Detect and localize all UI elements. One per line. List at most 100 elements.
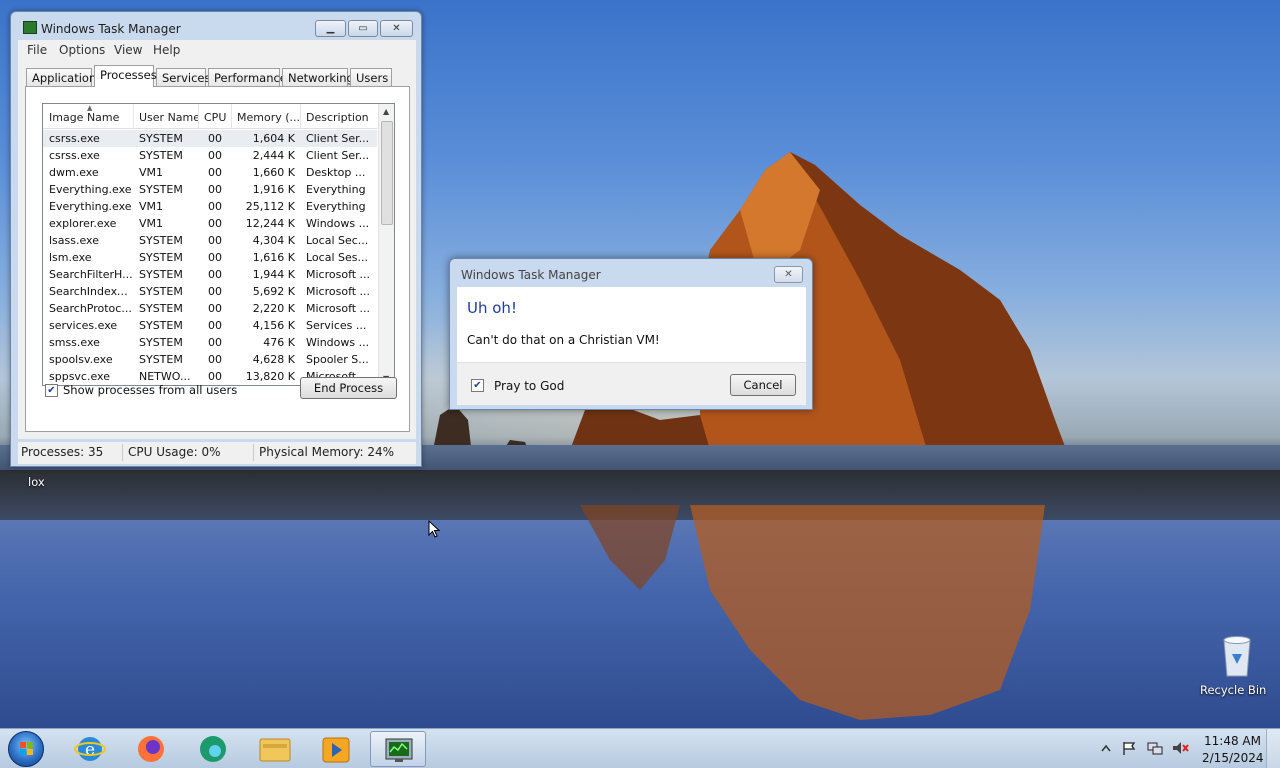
table-row[interactable]: SearchProtoc... SYSTEM 00 2,220 K Microsoft …	[43, 300, 377, 317]
cancel-button[interactable]: Cancel	[730, 374, 796, 396]
task-manager-window[interactable]: Windows Task Manager ▁ ▭ ✕ File Options …	[10, 11, 422, 467]
table-row[interactable]: lsass.exe SYSTEM 00 4,304 K Local Sec...	[43, 232, 377, 249]
clock-time[interactable]: 11:48 AM	[1204, 734, 1261, 748]
ie-icon: e	[74, 737, 106, 761]
menu-options[interactable]: Options	[59, 43, 105, 57]
tab-processes[interactable]: Processes	[94, 65, 157, 87]
cell-user-name: SYSTEM	[139, 251, 183, 264]
status-divider	[122, 444, 123, 461]
tab-performance[interactable]: Performance	[208, 68, 287, 86]
tab-users[interactable]: Users	[350, 68, 392, 86]
pray-checkbox[interactable]: ✔	[471, 379, 484, 392]
table-row[interactable]: spoolsv.exe SYSTEM 00 4,628 K Spooler S...	[43, 351, 377, 368]
taskbar-explorer-button[interactable]	[247, 731, 303, 767]
cell-user-name: SYSTEM	[139, 149, 183, 162]
table-row[interactable]: csrss.exe SYSTEM 00 2,444 K Client Ser...	[43, 147, 377, 164]
show-hidden-icons-icon[interactable]	[1100, 742, 1112, 754]
menu-file[interactable]: File	[27, 43, 47, 57]
windows-logo-icon	[20, 742, 33, 755]
cell-image-name: csrss.exe	[49, 132, 100, 145]
taskbar-media-player-button[interactable]	[308, 731, 364, 767]
menu-help[interactable]: Help	[153, 43, 180, 57]
column-image-name[interactable]: Image Name	[49, 111, 131, 124]
end-process-button[interactable]: End Process	[300, 377, 397, 399]
column-user-name[interactable]: User Name	[139, 111, 199, 124]
taskbar-task-manager-button[interactable]	[370, 731, 426, 767]
dialog-footer: ✔ Pray to God Cancel	[457, 362, 806, 405]
network-icon[interactable]	[1146, 740, 1164, 756]
recycle-bin-icon[interactable]	[1218, 632, 1256, 678]
scroll-up-icon[interactable]: ▲	[383, 107, 389, 116]
cell-description: Services ...	[306, 319, 367, 332]
cell-image-name: csrss.exe	[49, 149, 100, 162]
table-row[interactable]: explorer.exe VM1 00 12,244 K Windows ...	[43, 215, 377, 232]
status-bar: Processes: 35 CPU Usage: 0% Physical Mem…	[18, 442, 416, 464]
column-memory[interactable]: Memory (...	[237, 111, 299, 124]
cell-description: Client Ser...	[306, 149, 370, 162]
taskbar-firefox-button[interactable]	[123, 731, 179, 767]
show-desktop-button[interactable]	[1266, 729, 1280, 768]
dialog-body: Uh oh! Can't do that on a Christian VM!	[457, 287, 806, 362]
mouse-cursor-icon	[428, 520, 440, 538]
column-cpu[interactable]: CPU	[204, 111, 232, 124]
menu-view[interactable]: View	[114, 43, 142, 57]
table-row[interactable]: lsm.exe SYSTEM 00 1,616 K Local Ses...	[43, 249, 377, 266]
taskbar-edge-button[interactable]	[185, 731, 241, 767]
volume-muted-icon[interactable]	[1171, 740, 1189, 756]
show-all-users-label[interactable]: Show processes from all users	[63, 383, 237, 397]
table-row[interactable]: csrss.exe SYSTEM 00 1,604 K Client Ser...	[43, 130, 377, 147]
column-description[interactable]: Description	[306, 111, 376, 124]
cell-description: Everything	[306, 200, 366, 213]
table-row[interactable]: dwm.exe VM1 00 1,660 K Desktop ...	[43, 164, 377, 181]
table-row[interactable]: Everything.exe VM1 00 25,112 K Everything	[43, 198, 377, 215]
cell-memory: 476 K	[263, 336, 295, 349]
close-button[interactable]: ✕	[380, 20, 413, 37]
cell-image-name: services.exe	[49, 319, 118, 332]
error-dialog[interactable]: Windows Task Manager ✕ Uh oh! Can't do t…	[449, 258, 813, 410]
column-divider[interactable]	[231, 104, 232, 129]
cell-image-name: spoolsv.exe	[49, 353, 113, 366]
column-divider[interactable]	[133, 104, 134, 129]
cell-description: Spooler S...	[306, 353, 369, 366]
table-row[interactable]: services.exe SYSTEM 00 4,156 K Services ...	[43, 317, 377, 334]
process-list[interactable]: ▲ Image Name User Name CPU Memory (... D…	[42, 103, 395, 386]
cell-memory: 1,616 K	[252, 251, 295, 264]
table-row[interactable]: SearchFilterH... SYSTEM 00 1,944 K Microsoft…	[43, 266, 377, 283]
minimize-button[interactable]: ▁	[315, 20, 346, 37]
pray-checkbox-label[interactable]: Pray to God	[494, 379, 564, 393]
cell-description: Local Sec...	[306, 234, 369, 247]
scroll-thumb[interactable]	[381, 121, 393, 225]
cell-user-name: SYSTEM	[139, 234, 183, 247]
table-row[interactable]: SearchIndexe... SYSTEM 00 5,692 K Microsoft …	[43, 283, 377, 300]
tab-applications[interactable]: Applications	[26, 68, 102, 86]
start-button[interactable]	[8, 731, 44, 767]
cell-user-name: SYSTEM	[139, 132, 183, 145]
dialog-message: Can't do that on a Christian VM!	[467, 333, 660, 347]
maximize-button[interactable]: ▭	[348, 20, 378, 37]
cell-memory: 4,156 K	[252, 319, 295, 332]
action-center-flag-icon[interactable]	[1121, 740, 1137, 756]
cell-user-name: SYSTEM	[139, 183, 183, 196]
cell-image-name: SearchProtoc...	[49, 302, 132, 315]
task-manager-icon	[385, 738, 413, 762]
tab-services[interactable]: Services	[156, 68, 211, 86]
taskbar-ie-button[interactable]: e	[62, 731, 118, 767]
desktop-icon-partial-label[interactable]: lox	[28, 475, 45, 489]
show-all-users-checkbox[interactable]: ✔	[45, 384, 58, 397]
cell-memory: 12,244 K	[245, 217, 295, 230]
cell-memory: 4,304 K	[252, 234, 295, 247]
tab-networking[interactable]: Networking	[282, 68, 354, 86]
clock-date[interactable]: 2/15/2024	[1202, 751, 1264, 765]
recycle-bin-label[interactable]: Recycle Bin	[1200, 683, 1266, 697]
edge-icon	[200, 736, 226, 762]
table-row[interactable]: Everything.exe SYSTEM 00 1,916 K Everything	[43, 181, 377, 198]
dialog-close-button[interactable]: ✕	[774, 266, 803, 283]
column-divider[interactable]	[198, 104, 199, 129]
column-divider[interactable]	[300, 104, 301, 129]
vertical-scrollbar[interactable]: ▲ ▼	[378, 104, 394, 385]
cell-user-name: SYSTEM	[139, 302, 183, 315]
cell-image-name: smss.exe	[49, 336, 100, 349]
cell-user-name: SYSTEM	[139, 336, 183, 349]
table-row[interactable]: smss.exe SYSTEM 00 476 K Windows ...	[43, 334, 377, 351]
cell-cpu: 00	[208, 166, 222, 179]
